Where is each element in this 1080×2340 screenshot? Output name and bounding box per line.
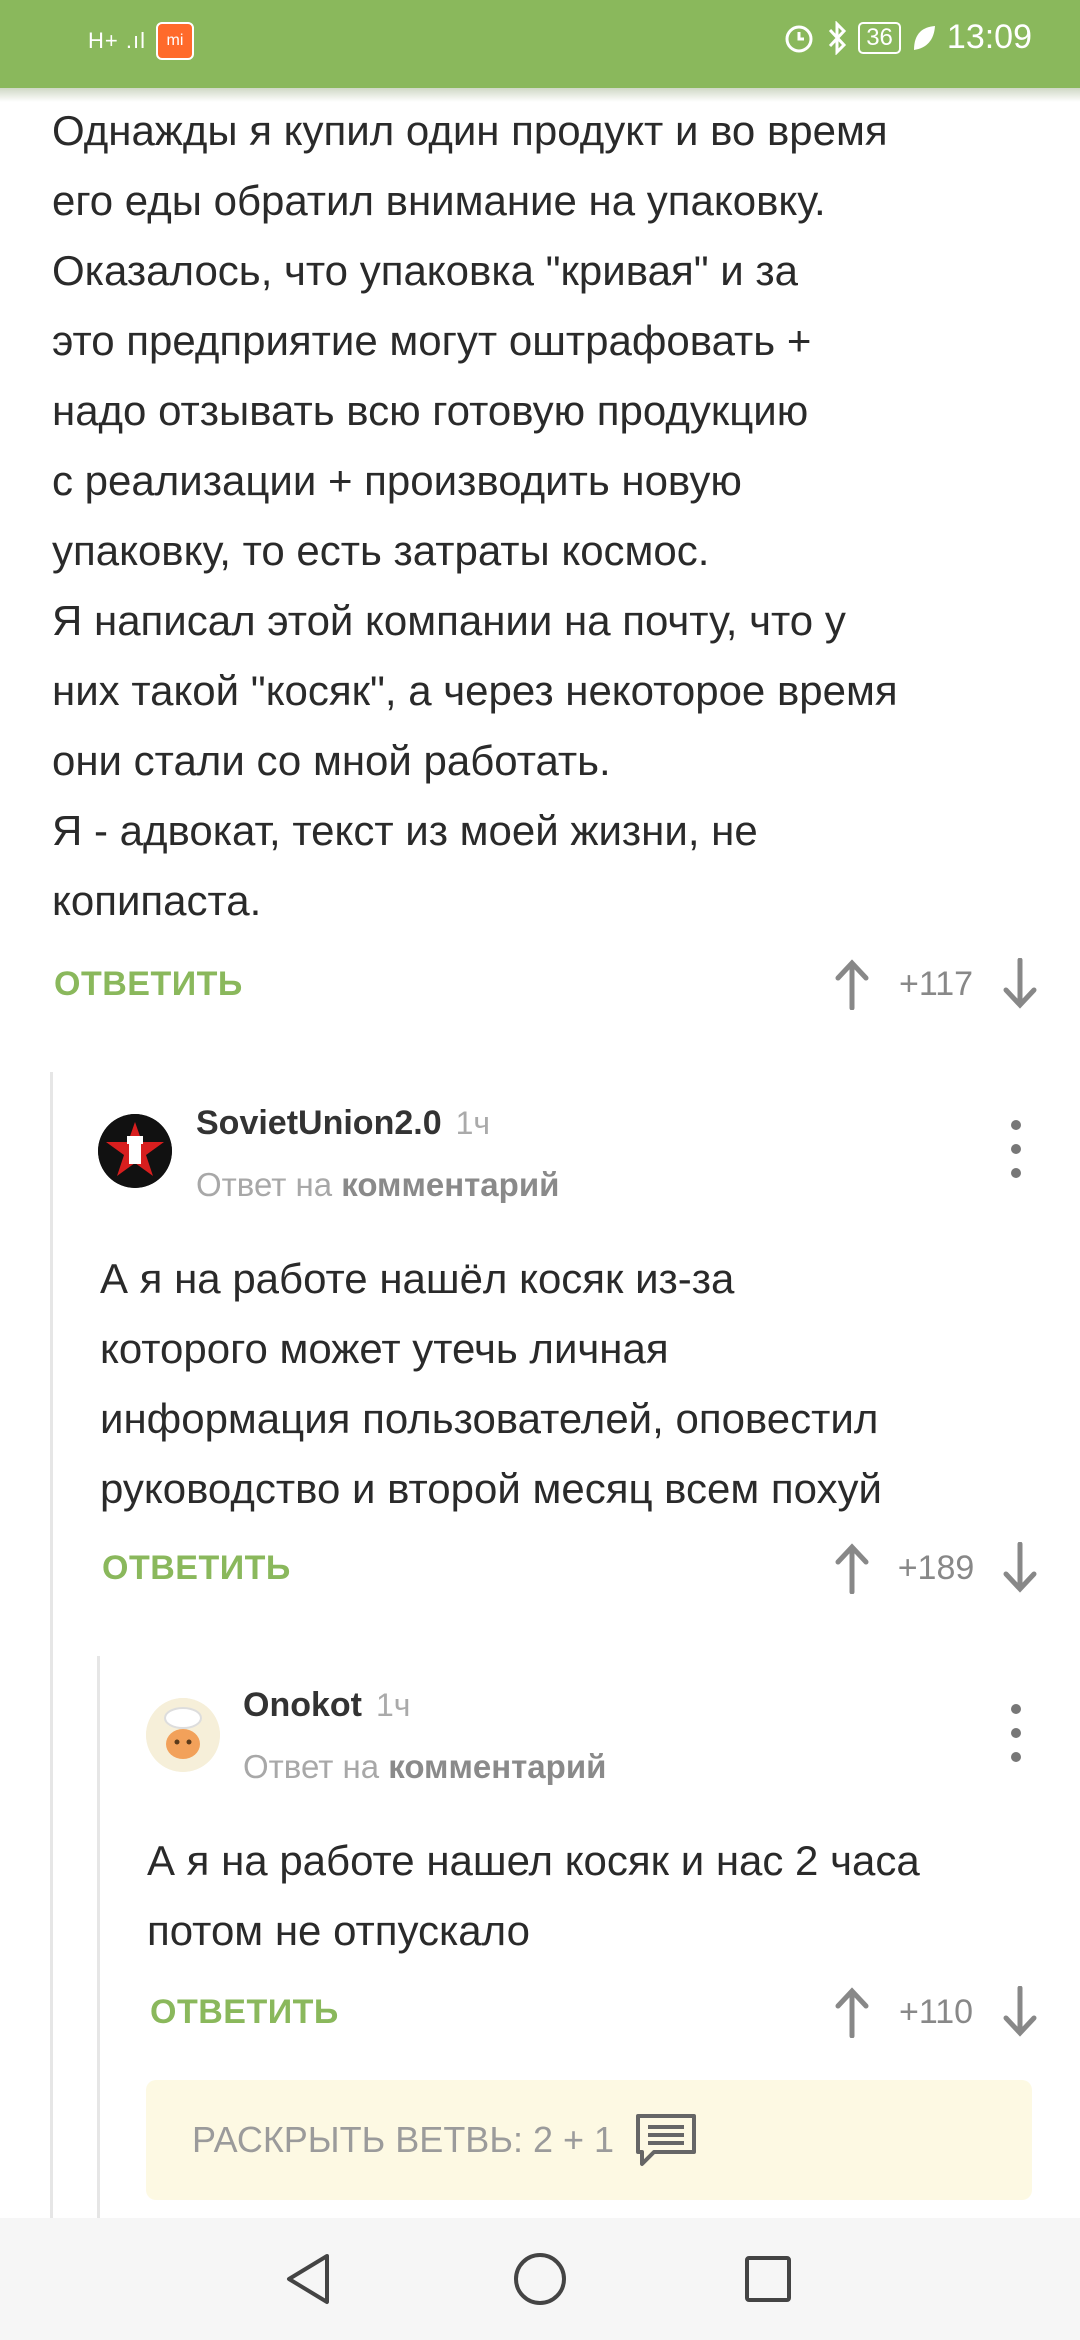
recents-square-icon — [745, 2256, 791, 2302]
vote-count: +117 — [898, 964, 974, 1003]
more-options-icon[interactable] — [996, 1698, 1036, 1768]
vote-controls: +117 — [832, 954, 1040, 1014]
thread-line — [50, 1072, 53, 2218]
downvote-icon[interactable] — [1000, 1986, 1040, 2038]
comment-body: А я на работе нашел косяк и нас 2 часа п… — [147, 1826, 1047, 1966]
comment-body: А я на работе нашёл косяк из-за которого… — [100, 1244, 1060, 1524]
reply-context: Ответ на комментарий — [243, 1748, 606, 1786]
text-line: потом не отпускало — [147, 1907, 531, 1954]
upvote-icon[interactable] — [832, 958, 872, 1010]
avatar-cat — [146, 1698, 220, 1772]
vote-controls: +110 — [832, 1982, 1040, 2042]
thread-line — [97, 1656, 100, 2218]
alarm-icon — [785, 25, 813, 52]
reply-row: ОТВЕТИТЬ — [102, 1538, 291, 1598]
battery-icon: 36 — [858, 21, 901, 54]
comment-body: Однажды я купил один продукт и во время … — [52, 96, 1042, 936]
status-right: 36 13:09 — [782, 18, 1032, 57]
text-line: с реализации + производить новую — [52, 457, 742, 504]
vote-controls: +189 — [832, 1538, 1040, 1598]
back-triangle-icon — [287, 2254, 329, 2304]
status-bar: H+ .ıl mi 36 13:09 — [0, 0, 1080, 88]
text-line: копипаста. — [52, 877, 262, 924]
text-line: это предприятие могут оштрафовать + — [52, 317, 812, 364]
signal-icon: H+ .ıl — [88, 28, 146, 53]
leaf-icon — [913, 25, 935, 50]
back-button[interactable] — [248, 2218, 368, 2340]
username[interactable]: Onokot — [243, 1686, 362, 1724]
text-line: них такой "косяк", а через некоторое вре… — [52, 667, 898, 714]
app-notification-icon: mi — [155, 22, 194, 60]
clock: 13:09 — [946, 18, 1032, 56]
reply-row: ОТВЕТИТЬ — [54, 954, 243, 1014]
upvote-icon[interactable] — [832, 1542, 872, 1594]
downvote-icon[interactable] — [1000, 1542, 1040, 1594]
text-line: надо отзывать всю готовую продукцию — [52, 387, 809, 434]
text-line: информация пользователей, оповестил — [100, 1395, 879, 1442]
avatar[interactable] — [98, 1114, 172, 1188]
username[interactable]: SovietUnion2.0 — [196, 1104, 442, 1142]
bluetooth-icon — [829, 20, 847, 55]
text-line: они стали со мной работать. — [52, 737, 611, 784]
avatar-emblem — [98, 1114, 172, 1188]
expand-branch-label: РАСКРЫТЬ ВЕТВЬ: 2 + 1 — [192, 2119, 615, 2160]
text-line: Я - адвокат, текст из моей жизни, не — [52, 807, 758, 854]
timestamp: 1ч — [455, 1105, 491, 1141]
vote-count: +189 — [897, 1548, 975, 1587]
text-line: Я написал этой компании на почту, что у — [52, 597, 846, 644]
text-line: Однажды я купил один продукт и во время — [52, 107, 888, 154]
text-line: его еды обратил внимание на упаковку. — [52, 177, 826, 224]
status-left: H+ .ıl mi — [88, 22, 194, 60]
reply-button[interactable]: ОТВЕТИТЬ — [54, 965, 243, 1004]
recents-button[interactable] — [708, 2218, 828, 2340]
more-options-icon[interactable] — [996, 1114, 1036, 1184]
comment-author[interactable]: Onokot 1ч — [243, 1686, 410, 1725]
text-line: А я на работе нашёл косяк из-за — [100, 1255, 735, 1302]
reply-context: Ответ на комментарий — [196, 1166, 559, 1204]
vote-count: +110 — [898, 1992, 974, 2031]
avatar[interactable] — [146, 1698, 220, 1772]
system-navigation-bar — [0, 2218, 1080, 2340]
expand-branch-button[interactable]: РАСКРЫТЬ ВЕТВЬ: 2 + 1 — [146, 2080, 1032, 2200]
comment-author[interactable]: SovietUnion2.0 1ч — [196, 1104, 490, 1143]
reply-button[interactable]: ОТВЕТИТЬ — [102, 1549, 291, 1588]
text-line: упаковку, то есть затраты космос. — [52, 527, 710, 574]
comment-bubble-icon — [636, 2114, 697, 2166]
downvote-icon[interactable] — [1000, 958, 1040, 1010]
text-line: которого может утечь личная — [100, 1325, 669, 1372]
text-line: Оказалось, что упаковка "кривая" и за — [52, 247, 799, 294]
reply-to-link[interactable]: комментарий — [388, 1748, 606, 1785]
reply-to-prefix: Ответ на — [196, 1166, 333, 1203]
text-line: А я на работе нашел косяк и нас 2 часа — [147, 1837, 920, 1884]
reply-to-link[interactable]: комментарий — [341, 1166, 559, 1203]
reply-to-prefix: Ответ на — [243, 1748, 380, 1785]
upvote-icon[interactable] — [832, 1986, 872, 2038]
reply-button[interactable]: ОТВЕТИТЬ — [150, 1993, 339, 2032]
timestamp: 1ч — [375, 1687, 411, 1723]
home-button[interactable] — [480, 2218, 600, 2340]
text-line: руководство и второй месяц всем похуй — [100, 1465, 883, 1512]
home-circle-icon — [514, 2253, 566, 2305]
reply-row: ОТВЕТИТЬ — [150, 1982, 339, 2042]
